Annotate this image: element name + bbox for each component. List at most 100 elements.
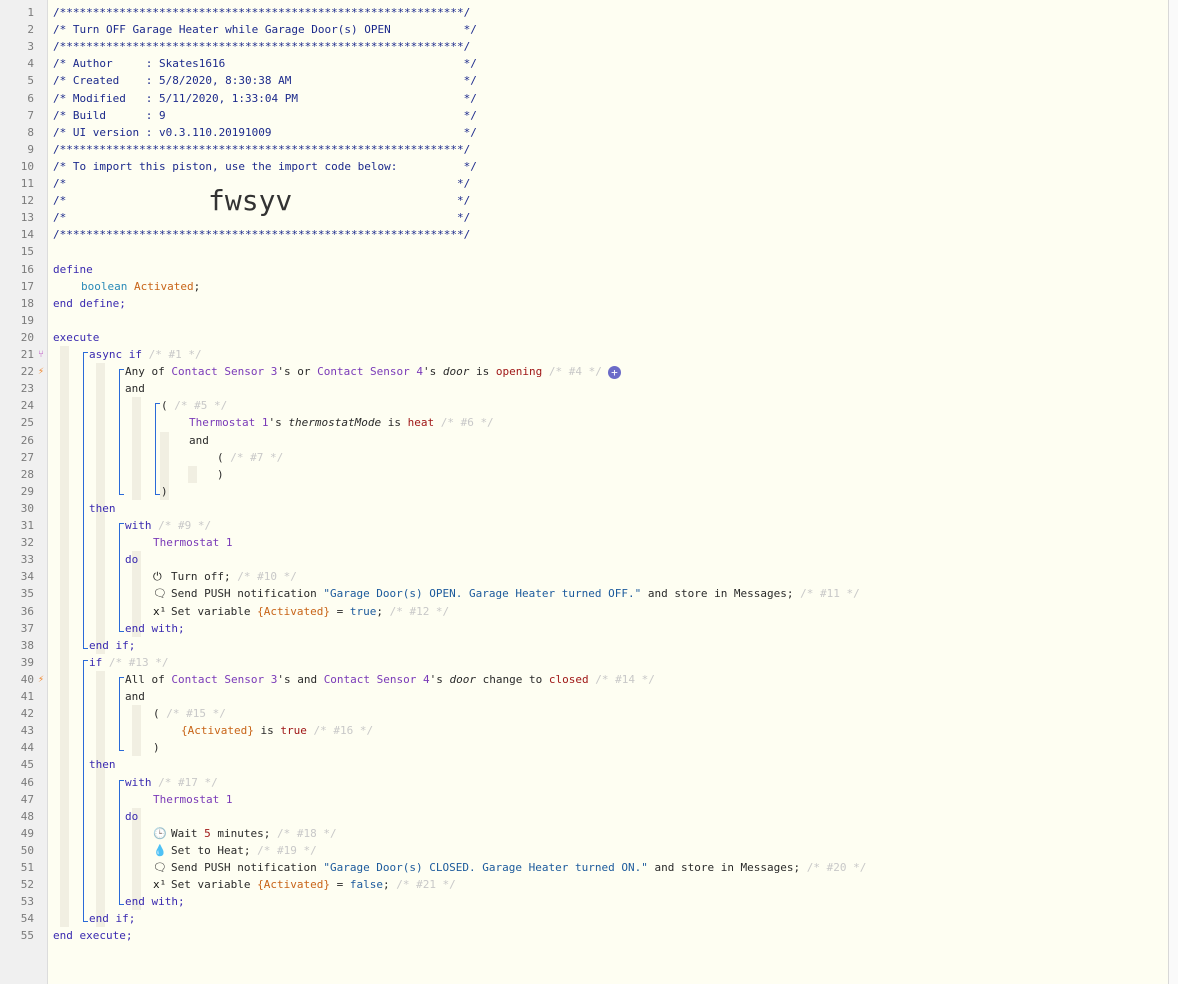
code-token: Contact Sensor 4	[323, 672, 430, 686]
code-line[interactable]: and	[125, 380, 145, 397]
code-line[interactable]: end with;	[125, 620, 185, 637]
code-token: {Activated}	[257, 604, 330, 618]
code-token: then	[89, 501, 116, 515]
block-bracket	[119, 676, 124, 752]
code-token: 's or	[277, 365, 318, 379]
code-line[interactable]: ( /* #5 */	[161, 397, 227, 414]
code-line[interactable]: with /* #9 */	[125, 517, 211, 534]
code-token: Thermostat 1	[153, 792, 233, 806]
indent-guide	[60, 346, 69, 928]
code-line[interactable]: 🗨 Send PUSH notification "Garage Door(s) …	[153, 585, 860, 602]
code-line[interactable]: /* Build : 9 */	[53, 107, 477, 124]
code-line[interactable]: if /* #13 */	[89, 654, 168, 671]
block-bracket	[83, 659, 88, 923]
code-line[interactable]: /* Author : Skates1616 */	[53, 55, 477, 72]
code-line[interactable]: /***************************************…	[53, 141, 470, 158]
code-line[interactable]: execute	[53, 329, 99, 346]
code-line[interactable]: then	[89, 500, 116, 517]
code-line[interactable]: ( /* #15 */	[153, 705, 226, 722]
code-line[interactable]: and	[189, 432, 209, 449]
code-token: 's	[268, 416, 289, 430]
code-line[interactable]: async if /* #1 */	[89, 346, 202, 363]
line-number: 24	[20, 399, 34, 413]
code-line[interactable]: /* Turn OFF Garage Heater while Garage D…	[53, 21, 477, 38]
code-token: Set variable	[171, 878, 258, 892]
code-line[interactable]: Thermostat 1	[153, 791, 232, 808]
power-icon: ⏻	[153, 570, 162, 584]
statement-id-comment: /* #9 */	[158, 519, 212, 532]
line-number: 36	[20, 604, 34, 618]
code-token: 's	[423, 365, 443, 379]
code-line[interactable]: end with;	[125, 893, 185, 910]
code-line[interactable]: ( /* #7 */	[217, 449, 283, 466]
code-line[interactable]: 💧 Set to Heat; /* #19 */	[153, 842, 317, 859]
code-token: Turn off;	[171, 570, 238, 584]
code-line[interactable]: boolean Activated;	[81, 278, 200, 295]
line-number: 6	[27, 91, 34, 105]
code-token: closed	[548, 672, 589, 686]
line-number: 44	[20, 741, 34, 755]
code-line[interactable]: and	[125, 688, 145, 705]
code-line[interactable]: Thermostat 1's thermostatMode is heat /*…	[189, 414, 494, 431]
block-bracket	[155, 403, 160, 495]
add-condition-button[interactable]: +	[607, 365, 621, 379]
variable-icon: x¹	[153, 604, 167, 618]
code-token: ;	[376, 604, 390, 618]
code-token: 5	[204, 826, 211, 840]
code-line[interactable]: end execute;	[53, 927, 132, 944]
line-number: 16	[20, 262, 34, 276]
code-line[interactable]: do	[125, 551, 138, 568]
code-line[interactable]: with /* #17 */	[125, 774, 218, 791]
code-line[interactable]: )	[217, 466, 224, 483]
code-line[interactable]: /***************************************…	[53, 226, 470, 243]
code-line[interactable]: end if;	[89, 637, 135, 654]
code-line[interactable]: x¹ Set variable {Activated} = true; /* #1…	[153, 603, 449, 620]
code-token: /* UI version : v0.3.110.20191009 */	[53, 125, 477, 139]
code-line[interactable]: 🕒 Wait 5 minutes; /* #18 */	[153, 825, 337, 842]
code-line[interactable]: do	[125, 808, 138, 825]
code-line[interactable]: Any of Contact Sensor 3's or Contact Sen…	[125, 363, 621, 380]
line-number: 26	[20, 433, 34, 447]
code-line[interactable]: /* To import this piston, use the import…	[53, 158, 477, 175]
code-token: Send PUSH notification	[171, 861, 324, 874]
code-line[interactable]: )	[161, 483, 168, 500]
line-number: 19	[20, 313, 34, 327]
code-line[interactable]: x¹ Set variable {Activated} = false; /* #…	[153, 876, 456, 893]
block-bracket	[83, 352, 88, 649]
vertical-scrollbar[interactable]	[1168, 0, 1178, 984]
indent-guide	[188, 465, 197, 483]
code-line[interactable]: /***************************************…	[53, 4, 470, 21]
code-token: /***************************************…	[53, 142, 471, 156]
code-token: (	[217, 450, 231, 464]
line-number: 22	[20, 365, 34, 379]
code-line[interactable]: /***************************************…	[53, 38, 470, 55]
code-line[interactable]: define	[53, 261, 93, 278]
line-number: 33	[20, 553, 34, 567]
code-line[interactable]: 🗨 Send PUSH notification "Garage Door(s) …	[153, 859, 866, 876]
code-line[interactable]: /* UI version : v0.3.110.20191009 */	[53, 124, 477, 141]
code-line[interactable]: end if;	[89, 910, 135, 927]
code-line[interactable]: /* */	[53, 209, 470, 226]
code-token: /***************************************…	[53, 6, 471, 19]
code-token: (	[153, 707, 167, 721]
code-line[interactable]: /* Created : 5/8/2020, 8:30:38 AM */	[53, 72, 477, 89]
code-line[interactable]: {Activated} is true /* #16 */	[181, 722, 373, 739]
code-token: define	[53, 262, 93, 276]
code-line[interactable]: /* Modified : 5/11/2020, 1:33:04 PM */	[53, 90, 477, 107]
code-line[interactable]: then	[89, 756, 116, 773]
code-line[interactable]: All of Contact Sensor 3's and Contact Se…	[125, 671, 655, 688]
branch-icon: ⑂	[38, 349, 44, 360]
code-token: /* */	[53, 211, 471, 225]
code-line[interactable]: )	[153, 739, 160, 756]
code-token: is	[469, 365, 496, 379]
code-token: is	[381, 416, 408, 430]
line-number: 39	[20, 655, 34, 669]
code-line[interactable]: Thermostat 1	[153, 534, 232, 551]
code-token: end with;	[125, 895, 185, 909]
code-line[interactable]: end define;	[53, 295, 126, 312]
statement-id-comment: /* #13 */	[108, 655, 169, 669]
code-line[interactable]: ⏻ Turn off; /* #10 */	[153, 568, 297, 585]
code-token: )	[161, 484, 168, 498]
trigger-bolt-icon: ⚡	[38, 673, 45, 685]
statement-id-comment: /* #7 */	[230, 450, 284, 464]
